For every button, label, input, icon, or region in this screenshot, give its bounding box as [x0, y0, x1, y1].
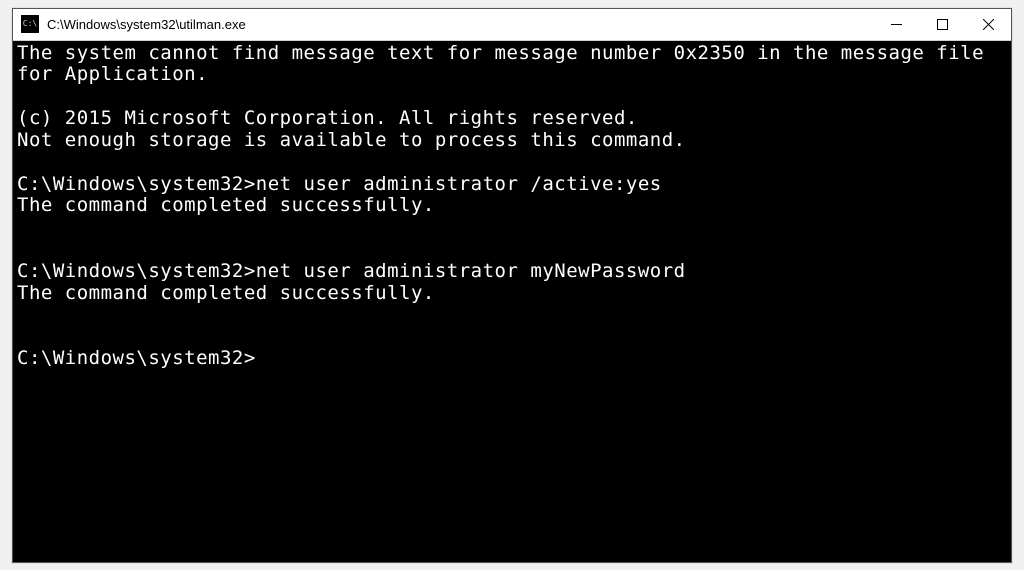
terminal-line: The command completed successfully. [17, 283, 1007, 305]
terminal-line [17, 305, 1007, 327]
terminal-line: The command completed successfully. [17, 195, 1007, 217]
terminal-line: Not enough storage is available to proce… [17, 130, 1007, 152]
window-title: C:\Windows\system32\utilman.exe [47, 17, 873, 32]
terminal-line: C:\Windows\system32>net user administrat… [17, 261, 1007, 283]
terminal-prompt-line[interactable]: C:\Windows\system32> [17, 348, 1007, 370]
terminal-line [17, 152, 1007, 174]
terminal-line: The system cannot find message text for … [17, 43, 1007, 87]
terminal-line: (c) 2015 Microsoft Corporation. All righ… [17, 108, 1007, 130]
terminal-line [17, 217, 1007, 239]
minimize-icon [891, 19, 902, 30]
titlebar[interactable]: C:\Windows\system32\utilman.exe [13, 9, 1011, 41]
maximize-button[interactable] [919, 9, 965, 40]
terminal-line [17, 326, 1007, 348]
close-button[interactable] [965, 9, 1011, 40]
terminal-output[interactable]: The system cannot find message text for … [13, 41, 1011, 562]
close-icon [983, 19, 994, 30]
terminal-line [17, 239, 1007, 261]
window-controls [873, 9, 1011, 40]
terminal-line [17, 86, 1007, 108]
command-prompt-window: C:\Windows\system32\utilman.exe The syst… [12, 8, 1012, 563]
terminal-line: C:\Windows\system32>net user administrat… [17, 174, 1007, 196]
cmd-icon [21, 15, 39, 33]
minimize-button[interactable] [873, 9, 919, 40]
prompt-text: C:\Windows\system32> [17, 347, 256, 369]
maximize-icon [937, 19, 948, 30]
